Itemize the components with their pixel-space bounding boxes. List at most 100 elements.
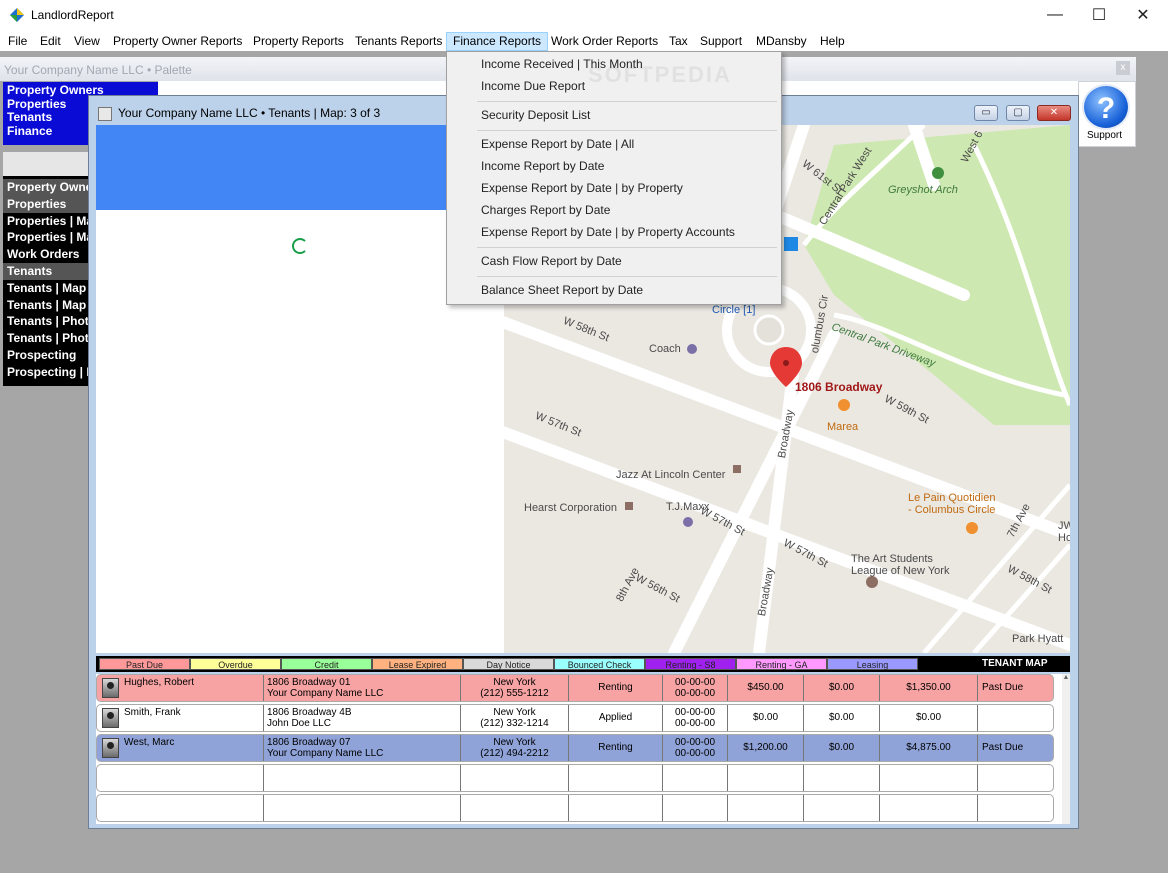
menu-view[interactable]: View	[74, 32, 100, 51]
scroll-up-arrow-icon[interactable]: ▲	[1062, 674, 1070, 684]
menu-item-income-due[interactable]: Income Due Report	[481, 79, 585, 93]
menu-item-charges-by-date[interactable]: Charges Report by Date	[481, 203, 610, 217]
map-label: The Art Students	[851, 553, 933, 565]
minimize-button[interactable]: —	[1032, 0, 1078, 30]
cell-name	[97, 795, 264, 821]
map-label: Coach	[649, 343, 681, 355]
cell-rent	[728, 795, 804, 821]
nav-item-properties-map-1[interactable]: Properties | Map	[3, 213, 89, 230]
menu-mdansby[interactable]: MDansby	[756, 32, 807, 51]
cell-status: Renting	[569, 735, 663, 761]
menu-item-expense-by-property[interactable]: Expense Report by Date | by Property	[481, 181, 683, 195]
close-button[interactable]: ✕	[1120, 0, 1166, 30]
child-close-button[interactable]: ✕	[1037, 105, 1071, 121]
support-help-icon[interactable]: ?	[1082, 84, 1130, 130]
tenant-row[interactable]	[96, 794, 1054, 822]
app-logo-icon	[10, 8, 24, 22]
menu-property-owner-reports[interactable]: Property Owner Reports	[113, 32, 242, 51]
nav-item-properties[interactable]: Properties	[3, 195, 89, 213]
menu-tax[interactable]: Tax	[669, 32, 688, 51]
tenant-address2: Your Company Name LLC	[267, 688, 384, 699]
tenant-address1: 1806 Broadway 4B	[267, 707, 352, 718]
legend-leasing: Leasing	[827, 658, 918, 670]
cell-dates: 00-00-00 00-00-00	[663, 735, 728, 761]
cell-addr	[264, 795, 461, 821]
map-label: League of New York	[851, 565, 950, 577]
menu-item-balance-sheet[interactable]: Balance Sheet Report by Date	[481, 283, 643, 297]
legend-renting-ga: Renting - GA	[736, 658, 827, 670]
cell-balance	[880, 795, 978, 821]
menu-separator	[477, 276, 777, 277]
tenant-row[interactable]: Smith, Frank 1806 Broadway 4B John Doe LLC…	[96, 704, 1054, 732]
finance-reports-menu: Income Received | This Month Income Due …	[446, 51, 782, 305]
cell-flag	[978, 795, 1053, 821]
nav-item-tenants[interactable]: Tenants	[3, 262, 89, 280]
cell-balance	[880, 765, 978, 791]
cell-deposit: $0.00	[804, 735, 880, 761]
legend-lease-expired: Lease Expired	[372, 658, 463, 670]
map-label: Park Hyatt	[1012, 633, 1064, 645]
cell-city	[461, 765, 569, 791]
cell-flag: Past Due	[982, 682, 1024, 693]
cell-balance: $0.00	[880, 705, 978, 731]
support-label[interactable]: Support	[1087, 130, 1122, 141]
nav-item-properties-map-2[interactable]: Properties | Map	[3, 229, 89, 246]
cell-status	[569, 795, 663, 821]
cell-flag: Past Due	[982, 742, 1024, 753]
cell-flag	[978, 765, 1053, 791]
watermark-text: SOFTPEDIA	[588, 62, 732, 87]
nav-item-property-owners[interactable]: Property Owners	[3, 179, 89, 196]
menu-property-reports[interactable]: Property Reports	[253, 32, 344, 51]
grid-scrollbar[interactable]: ▲	[1062, 674, 1070, 824]
tenant-row[interactable]: West, Marc 1806 Broadway 07 Your Company N…	[96, 734, 1054, 762]
cell-addr: 1806 Broadway 07 Your Company Name LLC	[264, 735, 461, 761]
nav-item-prospecting-map[interactable]: Prospecting | Map	[3, 364, 89, 381]
menu-work-order-reports[interactable]: Work Order Reports	[551, 32, 658, 51]
tenant-photo-icon	[102, 678, 119, 698]
palette-title: Your Company Name LLC • Palette	[4, 63, 192, 77]
cell-city	[461, 795, 569, 821]
maximize-button[interactable]: ☐	[1076, 0, 1122, 30]
nav-item-work-orders[interactable]: Work Orders	[3, 246, 89, 263]
child-minimize-button[interactable]: ▭	[974, 105, 998, 121]
cell-deposit: $0.00	[804, 705, 880, 731]
menu-help[interactable]: Help	[820, 32, 845, 51]
menu-item-expense-by-date-all[interactable]: Expense Report by Date | All	[481, 137, 634, 151]
tenant-name: West, Marc	[124, 737, 175, 748]
menu-edit[interactable]: Edit	[40, 32, 61, 51]
menu-support[interactable]: Support	[700, 32, 742, 51]
tenant-address1: 1806 Broadway 07	[267, 737, 351, 748]
menu-file[interactable]: File	[8, 32, 27, 51]
menu-item-expense-by-property-accounts[interactable]: Expense Report by Date | by Property Acc…	[481, 225, 735, 239]
cell-rent: $0.00	[728, 705, 804, 731]
nav-item-tenants-map-2[interactable]: Tenants | Map	[3, 297, 89, 314]
cell-deposit: $0.00	[804, 675, 880, 701]
nav-item-tenants-photo-2[interactable]: Tenants | Photo	[3, 330, 89, 347]
cell-city: New York (212) 332-1214	[461, 705, 569, 731]
cell-dates	[663, 765, 728, 791]
tenant-row[interactable]: Hughes, Robert 1806 Broadway 01 Your Compa…	[96, 674, 1054, 702]
nav-item-tenants-photo-1[interactable]: Tenants | Photo	[3, 313, 89, 330]
tenant-date2: 00-00-00	[674, 688, 716, 699]
tenant-photo-icon	[102, 708, 119, 728]
nav-item-tenants-map-1[interactable]: Tenants | Map	[3, 280, 89, 297]
child-restore-button[interactable]: ▢	[1006, 105, 1030, 121]
map-label: Ho	[1058, 532, 1070, 544]
cell-name: Smith, Frank	[97, 705, 264, 731]
legend-title: TENANT MAP	[982, 658, 1048, 669]
cell-status	[569, 765, 663, 791]
tenant-grid: Hughes, Robert 1806 Broadway 01 Your Compa…	[96, 674, 1062, 824]
menu-item-cash-flow[interactable]: Cash Flow Report by Date	[481, 254, 622, 268]
tenant-phone: (212) 332-1214	[480, 718, 549, 729]
cell-rent: $450.00	[728, 675, 804, 701]
tenant-row[interactable]	[96, 764, 1054, 792]
menu-item-income-by-date[interactable]: Income Report by Date	[481, 159, 604, 173]
cell-rent: $1,200.00	[728, 735, 804, 761]
palette-close-button[interactable]: x	[1116, 61, 1130, 75]
menu-item-security-deposit-list[interactable]: Security Deposit List	[481, 108, 590, 122]
menu-tenants-reports[interactable]: Tenants Reports	[355, 32, 442, 51]
menu-finance-reports[interactable]: Finance Reports	[446, 32, 549, 51]
nav-item-prospecting[interactable]: Prospecting	[3, 347, 89, 364]
cell-name: Hughes, Robert	[97, 675, 264, 701]
menu-separator	[477, 130, 777, 131]
